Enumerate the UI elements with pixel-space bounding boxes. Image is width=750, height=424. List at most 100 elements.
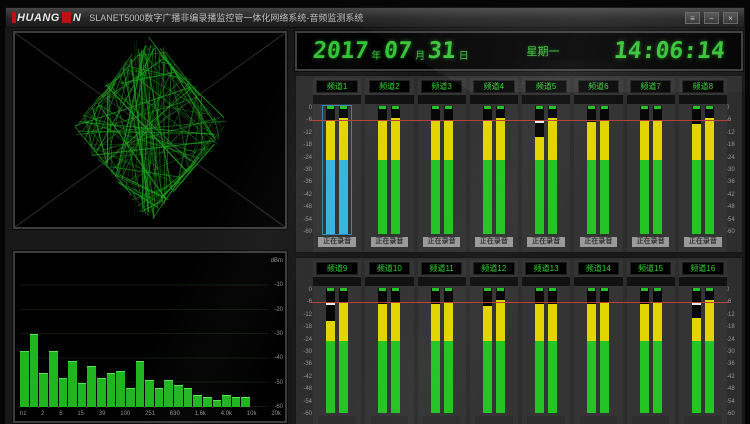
clock-month-unit: 月 bbox=[415, 47, 425, 62]
recording-status-badge: 正在录音 bbox=[423, 237, 461, 247]
level-bar bbox=[548, 106, 557, 234]
level-fill-low bbox=[535, 341, 544, 413]
peak-indicator bbox=[445, 288, 452, 291]
close-icon[interactable]: × bbox=[723, 12, 738, 24]
channel-频道7[interactable]: 频道7正在录音 bbox=[627, 78, 675, 252]
channel-label: 频道9 bbox=[316, 262, 357, 275]
meter-columns: 频道1正在录音频道2正在录音频道3正在录音频道4正在录音频道5正在录音频道6正在… bbox=[313, 78, 727, 252]
channel-频道1[interactable]: 频道1正在录音 bbox=[313, 78, 361, 252]
spectrum-bar bbox=[203, 397, 212, 407]
channel-频道6[interactable]: 频道6正在录音 bbox=[574, 78, 622, 252]
level-bar bbox=[600, 288, 609, 414]
level-fill-low bbox=[535, 160, 544, 234]
recording-status-badge bbox=[423, 416, 461, 424]
channel-subbox bbox=[574, 95, 622, 104]
meter-scale-tick: -18 bbox=[297, 324, 312, 330]
channel-subbox bbox=[313, 95, 361, 104]
channel-频道5[interactable]: 频道5正在录音 bbox=[522, 78, 570, 252]
channel-meter bbox=[584, 288, 612, 414]
channel-频道3[interactable]: 频道3正在录音 bbox=[418, 78, 466, 252]
level-fill-low bbox=[391, 160, 400, 234]
channel-频道2[interactable]: 频道2正在录音 bbox=[365, 78, 413, 252]
channel-label: 频道4 bbox=[473, 80, 514, 93]
level-bar bbox=[444, 288, 453, 414]
channel-频道4[interactable]: 频道4正在录音 bbox=[470, 78, 518, 252]
goniometer-panel bbox=[13, 31, 287, 229]
spectrum-y-tick: dBm bbox=[271, 258, 283, 264]
level-fill-low bbox=[548, 341, 557, 413]
peak-indicator bbox=[392, 106, 399, 109]
recording-status-badge: 正在录音 bbox=[632, 237, 670, 247]
recording-status-badge bbox=[632, 416, 670, 424]
level-bar bbox=[640, 288, 649, 414]
minimize-icon[interactable]: − bbox=[704, 12, 719, 24]
spectrum-x-tick: 251 bbox=[145, 411, 155, 420]
level-bar bbox=[483, 106, 492, 234]
channel-频道12[interactable]: 频道12 bbox=[470, 260, 518, 424]
channel-label: 频道13 bbox=[525, 262, 566, 275]
meter-scale-tick: -54 bbox=[726, 217, 741, 223]
clock-date: 2017 年 07 月 31 日 bbox=[313, 38, 472, 64]
channel-频道10[interactable]: 频道10 bbox=[365, 260, 413, 424]
peak-indicator bbox=[693, 106, 700, 109]
spectrum-y-tick: -40 bbox=[274, 355, 283, 361]
peak-indicator bbox=[654, 288, 661, 291]
recording-status-badge: 正在录音 bbox=[580, 237, 618, 247]
logo-red-bar bbox=[12, 12, 16, 23]
menu-icon[interactable]: ≡ bbox=[685, 12, 700, 24]
meter-scale-tick: -54 bbox=[297, 217, 312, 223]
channel-频道8[interactable]: 频道8 正在录音 bbox=[679, 78, 727, 252]
level-fill-low bbox=[326, 341, 335, 413]
meter-red-line bbox=[310, 120, 730, 121]
channel-meter bbox=[480, 106, 508, 234]
peak-indicator bbox=[379, 106, 386, 109]
channel-meter bbox=[375, 106, 403, 234]
channel-频道14[interactable]: 频道14 bbox=[574, 260, 622, 424]
level-fill-low bbox=[692, 341, 701, 413]
peak-indicator bbox=[432, 288, 439, 291]
channel-频道13[interactable]: 频道13 bbox=[522, 260, 570, 424]
spectrum-y-tick: -50 bbox=[274, 380, 283, 386]
channel-频道9[interactable]: 频道9 bbox=[313, 260, 361, 424]
spectrum-x-tick: 15 bbox=[77, 411, 84, 420]
channel-label: 频道16 bbox=[682, 262, 723, 275]
channel-subbox bbox=[470, 95, 518, 104]
level-fill-yellow bbox=[705, 118, 714, 159]
meter-scale-tick: -60 bbox=[726, 229, 741, 235]
level-fill-yellow bbox=[496, 300, 505, 341]
peak-indicator bbox=[601, 288, 608, 291]
level-fill-yellow bbox=[640, 304, 649, 341]
level-fill-yellow bbox=[378, 120, 387, 159]
channel-频道16[interactable]: 频道16 bbox=[679, 260, 727, 424]
meter-scale-tick: -36 bbox=[297, 361, 312, 367]
level-fill-yellow bbox=[431, 120, 440, 159]
channel-bars bbox=[323, 106, 351, 234]
channel-label: 频道14 bbox=[578, 262, 619, 275]
meter-scale-tick: -18 bbox=[726, 142, 741, 148]
peak-indicator bbox=[588, 288, 595, 291]
channel-label: 频道11 bbox=[421, 262, 462, 275]
level-bar bbox=[692, 106, 701, 234]
recording-status-badge: 正在录音 bbox=[318, 237, 356, 247]
spectrum-x-tick: 1.6k bbox=[195, 411, 206, 420]
channel-bars bbox=[375, 106, 403, 234]
spectrum-x-tick: 100 bbox=[120, 411, 130, 420]
level-bar bbox=[587, 288, 596, 414]
channel-bars bbox=[428, 288, 456, 414]
channel-频道15[interactable]: 频道15 bbox=[627, 260, 675, 424]
recording-status-badge: 正在录音 bbox=[684, 237, 722, 247]
meter-scale-tick: -54 bbox=[726, 399, 741, 405]
peak-indicator bbox=[601, 106, 608, 109]
channel-bars bbox=[689, 288, 717, 414]
spectrum-bar bbox=[155, 388, 164, 407]
channel-label: 频道8 bbox=[682, 80, 723, 93]
level-fill-low bbox=[600, 160, 609, 234]
level-fill-low bbox=[326, 160, 335, 234]
level-bar bbox=[653, 106, 662, 234]
meter-scale-tick: -42 bbox=[726, 374, 741, 380]
level-bar bbox=[535, 288, 544, 414]
channel-频道11[interactable]: 频道11 bbox=[418, 260, 466, 424]
level-fill-low bbox=[339, 160, 348, 234]
level-bar bbox=[431, 288, 440, 414]
peak-indicator bbox=[392, 288, 399, 291]
